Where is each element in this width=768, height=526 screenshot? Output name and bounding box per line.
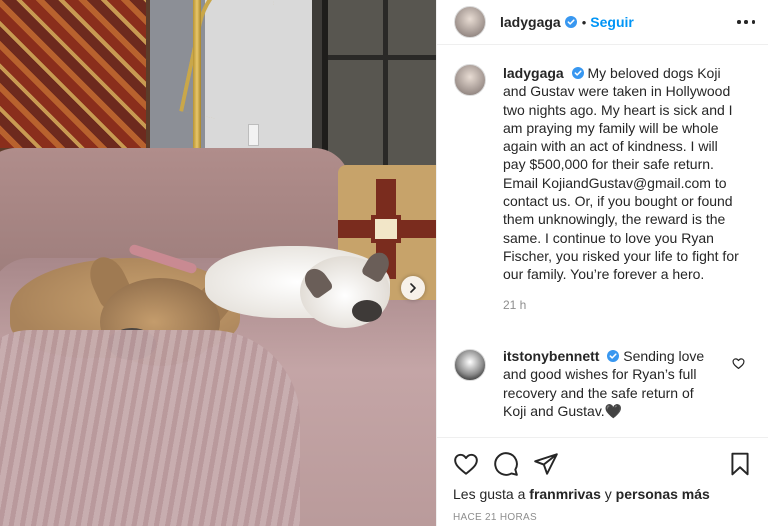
caption-username[interactable]: ladygaga [503,65,564,81]
post-details-panel: ladygaga • Seguir ladygaga My beloved do… [436,0,768,526]
comment-like-heart-icon[interactable] [732,357,745,370]
verified-icon [571,67,584,79]
post-header: ladygaga • Seguir [437,0,768,45]
white-dog-nose [352,300,382,322]
post-actions: Les gusta a franmrivas y personas más HA… [437,437,768,526]
window [322,0,436,170]
wall-rug [0,0,150,152]
bookmark-icon[interactable] [727,451,753,477]
comment-text: itstonybennett Sending love and good wis… [503,347,719,420]
next-arrow-icon [410,283,416,293]
likes-connector: y [604,486,612,502]
caption-text: ladygaga My beloved dogs Koji and Gustav… [503,64,743,284]
next-photo-button[interactable] [401,276,425,300]
caption-body: My beloved dogs Koji and Gustav were tak… [503,65,739,283]
post-caption: ladygaga My beloved dogs Koji and Gustav… [437,64,768,312]
share-icon[interactable] [533,451,559,477]
post-timestamp[interactable]: HACE 21 HORAS [453,512,537,523]
likes-prefix: Les gusta a [453,486,526,502]
likes-user[interactable]: franmrivas [529,486,601,502]
comment-username[interactable]: itstonybennett [503,348,599,364]
likes-others[interactable]: personas más [616,486,710,502]
action-icons [453,451,753,477]
comment-item: itstonybennett Sending love and good wis… [437,347,768,420]
caption-timestamp: 21 h [503,297,527,312]
comments-section[interactable]: ladygaga My beloved dogs Koji and Gustav… [437,62,768,437]
blanket [0,330,300,526]
follow-button[interactable]: Seguir [590,14,634,30]
avatar[interactable] [454,64,486,96]
more-options-icon[interactable] [737,14,755,30]
header-username[interactable]: ladygaga [500,14,561,30]
verified-icon [607,350,620,362]
avatar[interactable] [454,349,486,381]
avatar[interactable] [454,6,486,38]
separator-dot: • [581,14,587,30]
post-photo[interactable] [0,0,436,526]
light-switch [248,124,259,146]
comment-icon[interactable] [493,451,519,477]
heart-icon[interactable] [453,451,479,477]
likes-summary: Les gusta a franmrivas y personas más [453,486,710,502]
verified-icon [564,16,577,28]
